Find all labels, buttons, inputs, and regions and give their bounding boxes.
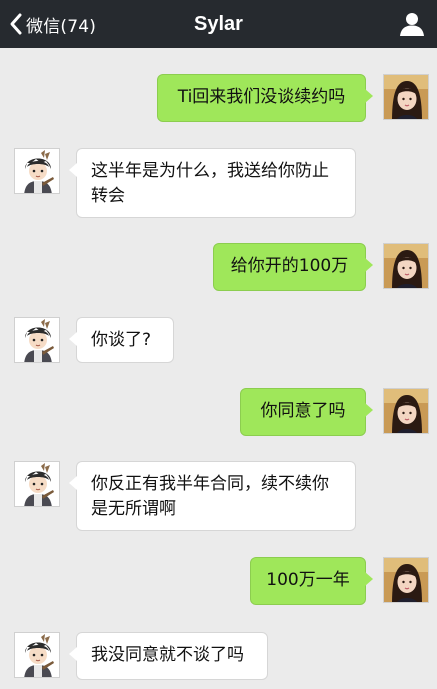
received-message-bubble[interactable]: 你谈了? bbox=[69, 317, 174, 363]
message-text: 你谈了? bbox=[91, 330, 152, 350]
message-text: 你反正有我半年合同，续不续你是无所谓啊 bbox=[91, 474, 329, 519]
avatar-contact[interactable] bbox=[14, 461, 60, 507]
message-text: 我没同意就不谈了吗 bbox=[91, 645, 244, 665]
received-message-bubble[interactable]: 这半年是为什么，我送给你防止转会 bbox=[69, 148, 356, 218]
avatar-contact[interactable] bbox=[14, 317, 60, 363]
avatar-contact[interactable] bbox=[14, 148, 60, 194]
sent-message-bubble[interactable]: 你同意了吗 bbox=[240, 388, 373, 436]
sent-message-bubble[interactable]: Ti回来我们没谈续约吗 bbox=[157, 74, 373, 122]
avatar-self[interactable] bbox=[383, 74, 429, 120]
message-text: 100万一年 bbox=[266, 570, 350, 590]
sent-message-bubble[interactable]: 100万一年 bbox=[250, 557, 373, 605]
avatar-self[interactable] bbox=[383, 243, 429, 289]
avatar-contact[interactable] bbox=[14, 632, 60, 678]
message-text: 这半年是为什么，我送给你防止转会 bbox=[91, 161, 329, 206]
message-text: 你同意了吗 bbox=[260, 401, 346, 421]
avatar-self[interactable] bbox=[383, 388, 429, 434]
avatar-self[interactable] bbox=[383, 557, 429, 603]
message-list[interactable]: Ti回来我们没谈续约吗 这半年是为什么，我送给你防止转会 给你开的100万 你谈… bbox=[0, 0, 437, 689]
message-text: Ti回来我们没谈续约吗 bbox=[177, 87, 346, 107]
received-message-bubble[interactable]: 你反正有我半年合同，续不续你是无所谓啊 bbox=[69, 461, 356, 531]
sent-message-bubble[interactable]: 给你开的100万 bbox=[213, 243, 373, 291]
message-text: 给你开的100万 bbox=[230, 256, 349, 276]
received-message-bubble[interactable]: 我没同意就不谈了吗 bbox=[69, 632, 268, 680]
